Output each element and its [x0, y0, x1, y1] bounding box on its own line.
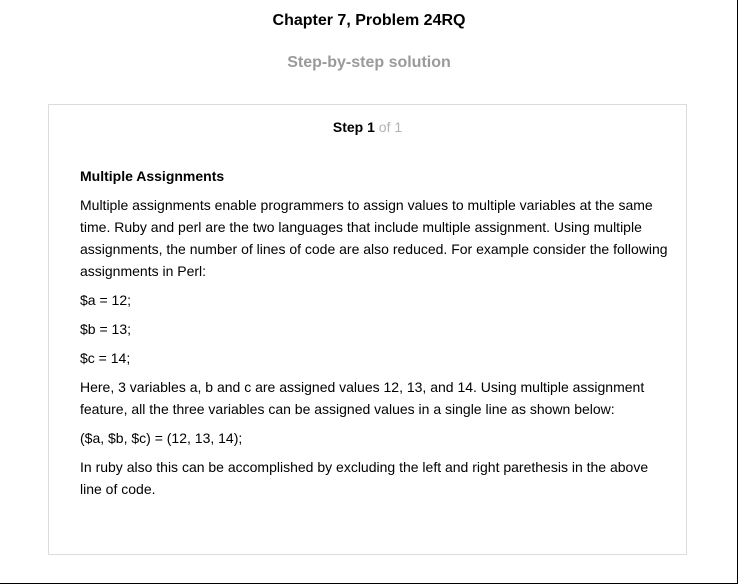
- code-line: $b = 13;: [80, 321, 131, 337]
- solution-paragraph: Here, 3 variables a, b and c are assigne…: [80, 379, 645, 417]
- solution-card: Step 1 of 1 Multiple Assignments Multipl…: [48, 104, 687, 555]
- solution-paragraph: Multiple assignments enable programmers …: [80, 197, 668, 279]
- solution-subtitle: Step-by-step solution: [287, 54, 451, 71]
- solution-paragraph: In ruby also this can be accomplished by…: [80, 459, 649, 497]
- solution-content: Multiple Assignments Multiple assignment…: [80, 167, 670, 507]
- step-indicator: Step 1 of 1: [49, 118, 686, 136]
- code-line: ($a, $b, $c) = (12, 13, 14);: [80, 430, 243, 446]
- step-of-total: of 1: [378, 119, 403, 135]
- code-line: $c = 14;: [80, 350, 131, 366]
- step-label: Step 1: [332, 119, 375, 135]
- chapter-title: Chapter 7, Problem 24RQ: [272, 12, 466, 29]
- section-heading: Multiple Assignments: [80, 168, 225, 184]
- code-line: $a = 12;: [80, 292, 131, 308]
